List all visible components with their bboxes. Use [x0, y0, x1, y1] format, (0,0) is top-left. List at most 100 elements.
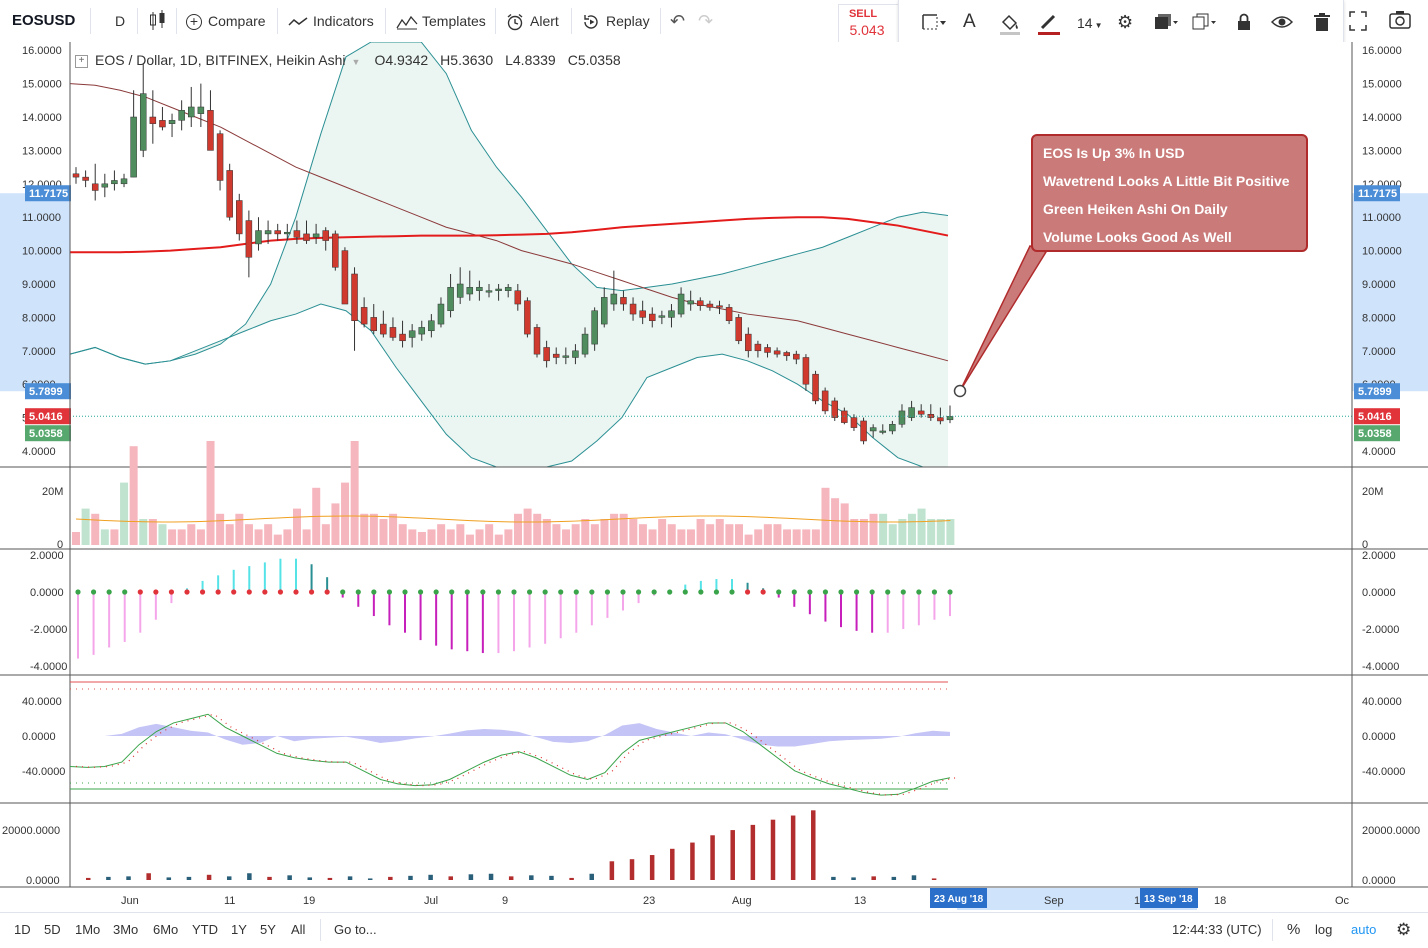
squeeze-dot — [853, 589, 860, 595]
volume-bar — [533, 513, 542, 545]
price-tick-right: 8.0000 — [1362, 312, 1396, 324]
replay-button[interactable]: Replay — [582, 0, 650, 42]
candle-body — [332, 233, 339, 268]
delete-button[interactable] — [1313, 12, 1333, 32]
sell-button[interactable]: SELL 5.043 — [838, 4, 900, 44]
visibility-button[interactable] — [1270, 12, 1294, 32]
auto-toggle[interactable]: auto — [1351, 913, 1376, 948]
settings-button[interactable]: ⚙ — [1117, 12, 1137, 32]
chart-settings-button[interactable]: ⚙ — [1396, 913, 1411, 948]
select-area-button[interactable] — [921, 12, 946, 32]
text-tool-button[interactable]: A — [963, 12, 983, 32]
toolbar-divider — [385, 8, 386, 34]
redo-button[interactable]: ↷ — [698, 0, 713, 42]
candle-body — [533, 327, 541, 355]
symbol-search[interactable]: EOSUSD — [12, 0, 75, 42]
histogram-bar — [307, 877, 313, 880]
histogram-bar — [206, 874, 212, 880]
momentum-tick-right: 0.0000 — [1362, 587, 1396, 599]
candle-body — [188, 106, 195, 118]
range-all[interactable]: All — [291, 913, 305, 948]
volume-bar — [552, 524, 561, 545]
histogram-bar — [609, 861, 615, 880]
histogram-bar — [408, 875, 413, 880]
candle-body — [649, 313, 656, 321]
alert-label: Alert — [530, 13, 559, 29]
alert-button[interactable]: Alert — [506, 0, 559, 42]
volume-bar — [744, 534, 753, 545]
range-5y[interactable]: 5Y — [260, 913, 276, 948]
range-6mo[interactable]: 6Mo — [153, 913, 178, 948]
goto-button[interactable]: Go to... — [334, 913, 377, 948]
price-tick-left: 10.0000 — [22, 246, 62, 258]
lock-button[interactable] — [1235, 12, 1255, 32]
volume-bar — [946, 519, 955, 545]
legend-collapse-icon[interactable]: + — [75, 54, 88, 68]
fullscreen-button[interactable] — [1348, 0, 1370, 42]
volume-bar — [677, 529, 686, 545]
legend-low: L4.8339 — [505, 52, 556, 68]
range-1y[interactable]: 1Y — [231, 913, 247, 948]
time-axis-label: 9 — [502, 895, 508, 907]
templates-button[interactable]: Templates — [396, 0, 486, 42]
squeeze-dot — [464, 589, 470, 595]
visual-order-button[interactable] — [1153, 12, 1178, 32]
screenshot-button[interactable] — [1388, 0, 1414, 42]
histogram-bar — [811, 810, 816, 880]
indicators-button[interactable]: Indicators — [288, 0, 374, 42]
range-1mo[interactable]: 1Mo — [75, 913, 100, 948]
clone-button[interactable] — [1191, 12, 1216, 32]
candle-body — [946, 416, 954, 421]
range-ytd[interactable]: YTD — [192, 913, 218, 948]
lower-band-price-tag: 5.7899 — [29, 386, 63, 398]
candle-body — [408, 330, 416, 338]
volume-bar — [398, 524, 407, 545]
compare-button[interactable]: + Compare — [186, 0, 266, 42]
undo-button[interactable]: ↶ — [670, 0, 685, 42]
volume-bar — [783, 529, 792, 545]
volume-bar — [831, 498, 840, 545]
line-width-select[interactable]: 14 ▼ — [1077, 12, 1107, 32]
candle-body — [754, 343, 762, 352]
price-tick-left: 8.0000 — [22, 312, 56, 324]
squeeze-dot — [822, 589, 829, 595]
interval-button[interactable]: D — [115, 0, 125, 42]
candle-body — [591, 310, 598, 345]
candle-body — [293, 230, 301, 238]
annotation-callout[interactable]: EOS Is Up 3% In USD Wavetrend Looks A Li… — [1031, 134, 1308, 252]
volume-bar — [177, 529, 186, 545]
volume-bar — [293, 508, 301, 545]
range-1d[interactable]: 1D — [14, 913, 31, 948]
momentum-tick-left: -4.0000 — [30, 661, 67, 673]
utc-clock[interactable]: 12:44:33 (UTC) — [1172, 913, 1262, 948]
squeeze-dot — [246, 589, 252, 595]
range-3mo[interactable]: 3Mo — [113, 913, 138, 948]
candle-body — [399, 333, 406, 342]
squeeze-dot — [184, 589, 190, 595]
candle-body — [716, 305, 723, 308]
time-axis-label: 18 — [1214, 895, 1226, 907]
squeeze-dot — [106, 589, 112, 595]
histogram-bar — [549, 875, 554, 880]
candles-icon — [150, 10, 165, 30]
candle-body — [562, 355, 570, 358]
line-color-button[interactable] — [1037, 12, 1060, 35]
fill-color-button[interactable] — [999, 12, 1020, 35]
paint-bucket-icon — [1000, 14, 1020, 35]
volume-bar — [187, 524, 196, 545]
log-toggle[interactable]: log — [1315, 913, 1332, 948]
volume-bar — [523, 508, 532, 545]
time-axis-label: 1 — [1134, 895, 1140, 907]
volume-bar — [350, 441, 359, 545]
legend-caret-icon[interactable]: ▼ — [352, 57, 361, 67]
price-tick-left: 15.0000 — [22, 79, 62, 91]
price-tick-right: 16.0000 — [1362, 45, 1402, 57]
candle-body — [168, 120, 176, 124]
chart-style-button[interactable] — [148, 0, 168, 42]
price-tick-right: 14.0000 — [1362, 112, 1402, 124]
percent-toggle[interactable]: % — [1287, 913, 1300, 948]
upper-band-price-tag: 11.7175 — [1358, 188, 1397, 200]
histogram-bar — [670, 848, 675, 880]
price-tick-right: 11.0000 — [1362, 212, 1401, 224]
range-5d[interactable]: 5D — [44, 913, 61, 948]
